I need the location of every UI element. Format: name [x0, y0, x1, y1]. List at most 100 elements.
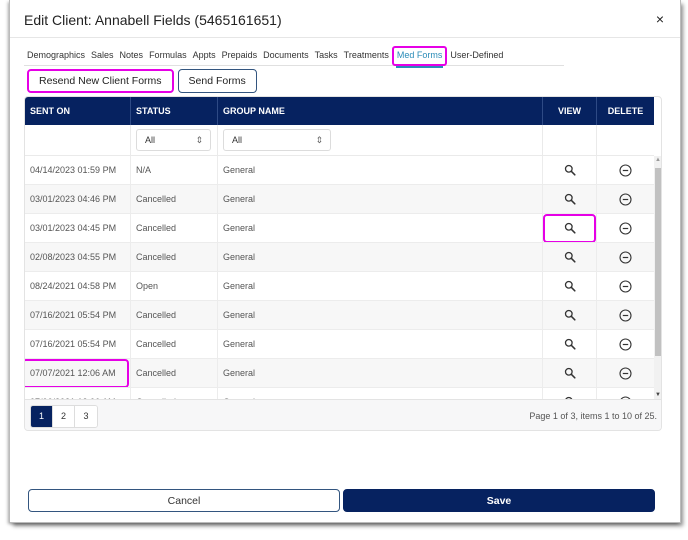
cancel-button[interactable]: Cancel: [28, 489, 340, 512]
cell-delete: [597, 185, 654, 213]
filter-cell-delete: [597, 125, 654, 155]
delete-minus-circle-icon[interactable]: [619, 366, 632, 380]
filter-cell-view: [543, 125, 597, 155]
cell-status: Cancelled: [131, 243, 218, 271]
delete-minus-circle-icon[interactable]: [619, 250, 632, 264]
cell-delete: [597, 272, 654, 300]
save-button[interactable]: Save: [343, 489, 655, 512]
view-magnifier-icon[interactable]: [564, 280, 576, 292]
cell-view: [543, 214, 597, 242]
column-header-status[interactable]: STATUS: [131, 97, 218, 125]
cell-status: Cancelled: [131, 214, 218, 242]
table-row[interactable]: 08/24/2021 04:58 PM Open General: [25, 272, 654, 301]
cell-status: Cancelled: [131, 185, 218, 213]
med-forms-grid: SENT ON STATUS GROUP NAME VIEW DELETE Al…: [24, 96, 662, 431]
delete-minus-circle-icon[interactable]: [619, 192, 632, 206]
cell-status: Cancelled: [131, 330, 218, 358]
cell-view: [543, 359, 597, 387]
tab-tasks[interactable]: Tasks: [312, 46, 341, 66]
cell-delete: [597, 301, 654, 329]
page-buttons: 1 2 3: [30, 405, 98, 428]
delete-minus-circle-icon[interactable]: [619, 337, 632, 351]
tab-notes[interactable]: Notes: [117, 46, 147, 66]
delete-minus-circle-icon[interactable]: [619, 221, 632, 235]
close-button[interactable]: ×: [656, 11, 664, 27]
column-header-delete: DELETE: [607, 106, 644, 116]
table-row[interactable]: 04/14/2023 01:59 PM N/A General: [25, 156, 654, 185]
cell-view: [543, 301, 597, 329]
send-forms-button[interactable]: Send Forms: [177, 69, 257, 93]
view-magnifier-icon[interactable]: [564, 193, 576, 205]
cell-sent-on: 04/14/2023 01:59 PM: [25, 156, 131, 184]
cell-group-name: General: [218, 359, 543, 387]
table-row[interactable]: 03/01/2023 04:46 PM Cancelled General: [25, 185, 654, 214]
view-magnifier-icon[interactable]: [564, 367, 576, 379]
cell-sent-on: 07/16/2021 05:54 PM: [25, 330, 131, 358]
grid-body: 04/14/2023 01:59 PM N/A General 03/01/2023 …: [25, 156, 661, 399]
tab-demographics[interactable]: Demographics: [24, 46, 88, 66]
cell-sent-on: 02/08/2023 04:55 PM: [25, 243, 131, 271]
tab-med-forms[interactable]: Med Forms: [391, 46, 448, 68]
filter-cell-group: All ⇕: [218, 125, 543, 155]
status-filter-value: All: [145, 135, 156, 145]
view-magnifier-icon[interactable]: [564, 338, 576, 350]
group-filter-value: All: [232, 135, 243, 145]
scroll-up-arrow-icon[interactable]: ▲: [655, 157, 661, 163]
filter-cell-sent-on: [25, 125, 131, 155]
cell-group-name: General: [218, 330, 543, 358]
delete-minus-circle-icon[interactable]: [619, 163, 632, 177]
cell-sent-on: 08/24/2021 04:58 PM: [25, 272, 131, 300]
tab-appts[interactable]: Appts: [190, 46, 219, 66]
tab-formulas[interactable]: Formulas: [146, 46, 190, 66]
cell-sent-on: 07/07/2021 12:06 AM: [25, 359, 131, 387]
view-magnifier-icon[interactable]: [564, 251, 576, 263]
column-header-sent-on[interactable]: SENT ON: [25, 97, 131, 125]
view-magnifier-icon[interactable]: [564, 222, 576, 234]
filter-cell-status: All ⇕: [131, 125, 218, 155]
tab-treatments[interactable]: Treatments: [341, 46, 392, 66]
filter-row: All ⇕ All ⇕: [25, 125, 654, 156]
delete-minus-circle-icon[interactable]: [619, 279, 632, 293]
edit-client-modal: Edit Client: Annabell Fields (5465161651…: [10, 0, 680, 522]
pager-info: Page 1 of 3, items 1 to 10 of 25.: [529, 411, 657, 421]
view-magnifier-icon[interactable]: [564, 164, 576, 176]
table-row[interactable]: 02/08/2023 04:55 PM Cancelled General: [25, 243, 654, 272]
tab-user-defined[interactable]: User-Defined: [447, 46, 506, 66]
pager: 1 2 3 Page 1 of 3, items 1 to 10 of 25.: [25, 399, 661, 430]
cell-view: [543, 243, 597, 271]
table-row[interactable]: 03/01/2023 04:45 PM Cancelled General: [25, 214, 654, 243]
column-header-group-name[interactable]: GROUP NAME: [218, 97, 543, 125]
grid-header: SENT ON STATUS GROUP NAME VIEW DELETE: [25, 97, 654, 125]
cell-group-name: General: [218, 301, 543, 329]
modal-title: Edit Client: Annabell Fields (5465161651…: [24, 12, 282, 28]
scroll-down-arrow-icon[interactable]: ▼: [655, 392, 661, 398]
table-row[interactable]: 07/07/2021 12:06 AM Cancelled General: [25, 359, 654, 388]
view-magnifier-icon[interactable]: [564, 309, 576, 321]
modal-header: Edit Client: Annabell Fields (5465161651…: [10, 0, 680, 38]
tab-prepaids[interactable]: Prepaids: [219, 46, 261, 66]
delete-minus-circle-icon[interactable]: [619, 308, 632, 322]
table-row[interactable]: 07/16/2021 05:54 PM Cancelled General: [25, 330, 654, 359]
scrollbar-thumb[interactable]: [655, 168, 661, 356]
table-row[interactable]: 07/16/2021 05:54 PM Cancelled General: [25, 301, 654, 330]
resend-new-client-forms-button[interactable]: Resend New Client Forms: [27, 69, 174, 93]
table-row[interactable]: 07/06/2021 12:06 AMCancelledGeneral: [25, 388, 654, 399]
group-filter-select[interactable]: All ⇕: [223, 129, 331, 151]
cell-view: [543, 185, 597, 213]
page-button-1[interactable]: 1: [31, 406, 53, 427]
cell-status: N/A: [131, 156, 218, 184]
vertical-scrollbar[interactable]: ▲ ▼: [654, 156, 661, 399]
tab-documents[interactable]: Documents: [260, 46, 312, 66]
page-button-3[interactable]: 3: [75, 406, 97, 427]
status-filter-select[interactable]: All ⇕: [136, 129, 211, 151]
page-button-2[interactable]: 2: [53, 406, 75, 427]
cell-delete: [597, 330, 654, 358]
cell-sent-on: 07/16/2021 05:54 PM: [25, 301, 131, 329]
cell-group-name: General: [218, 272, 543, 300]
cell-group-name: General: [218, 156, 543, 184]
cell-sent-on: 03/01/2023 04:46 PM: [25, 185, 131, 213]
column-header-view: VIEW: [543, 97, 597, 125]
form-actions: Resend New Client Forms Send Forms: [27, 69, 257, 93]
tab-sales[interactable]: Sales: [88, 46, 117, 66]
cell-delete: [597, 359, 654, 387]
